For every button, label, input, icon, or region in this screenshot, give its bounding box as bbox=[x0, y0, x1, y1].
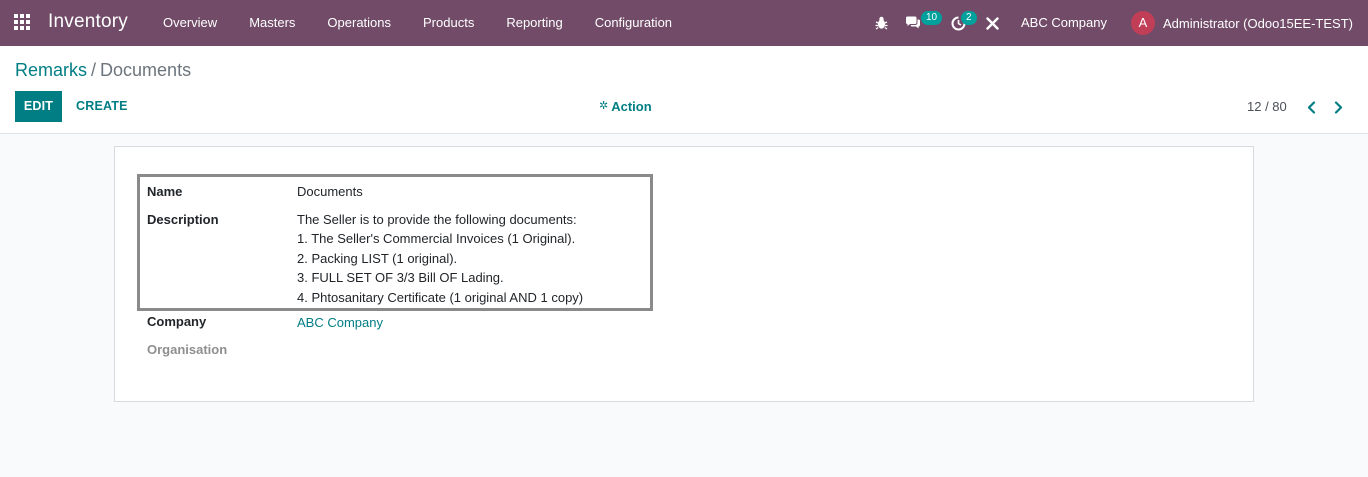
organisation-label: Organisation bbox=[147, 342, 228, 357]
messaging-icon[interactable]: 10 bbox=[895, 0, 943, 46]
description-line: 3. FULL SET OF 3/3 Bill OF Lading. bbox=[297, 270, 504, 285]
description-line: 1. The Seller's Commercial Invoices (1 O… bbox=[297, 231, 576, 246]
name-label: Name bbox=[147, 184, 183, 199]
breadcrumb: Remarks / Documents bbox=[15, 60, 191, 81]
description-line: 4. Phtosanitary Certificate (1 original … bbox=[297, 290, 584, 305]
menu-masters[interactable]: Masters bbox=[233, 0, 311, 46]
company-link[interactable]: ABC Company bbox=[297, 315, 383, 330]
main-menu: Overview Masters Operations Products Rep… bbox=[147, 0, 688, 46]
control-panel: Remarks / Documents EDIT CREATE ✲ Action 1… bbox=[0, 46, 1368, 134]
description-line: The Seller is to provide the following d… bbox=[297, 212, 577, 227]
menu-products[interactable]: Products bbox=[407, 0, 490, 46]
menu-operations[interactable]: Operations bbox=[311, 0, 407, 46]
messages-badge: 10 bbox=[921, 11, 943, 25]
action-menu-button[interactable]: ✲ Action bbox=[599, 91, 652, 122]
company-label: Company bbox=[147, 314, 207, 329]
breadcrumb-remarks-link[interactable]: Remarks bbox=[15, 60, 87, 80]
breadcrumb-current: Documents bbox=[100, 60, 192, 80]
menu-configuration[interactable]: Configuration bbox=[579, 0, 688, 46]
form-sheet: Name Documents Description The Seller is… bbox=[114, 146, 1254, 402]
pager-next-icon[interactable] bbox=[1329, 98, 1347, 116]
systray: 10 2 ABC Company A Administrator (Odoo15… bbox=[867, 0, 1368, 46]
action-label: Action bbox=[611, 99, 652, 114]
tools-cross-icon[interactable] bbox=[979, 0, 1005, 46]
company-switcher[interactable]: ABC Company bbox=[1005, 0, 1123, 46]
user-name: Administrator (Odoo15EE-TEST) bbox=[1162, 15, 1353, 31]
app-name[interactable]: Inventory bbox=[48, 11, 128, 33]
description-label: Description bbox=[147, 212, 219, 227]
activity-clock-icon[interactable]: 2 bbox=[943, 0, 979, 46]
gear-icon: ✲ bbox=[599, 100, 609, 112]
create-button[interactable]: CREATE bbox=[76, 91, 128, 122]
name-value: Documents bbox=[297, 184, 363, 199]
pager-previous-icon[interactable] bbox=[1302, 98, 1320, 116]
pager-value[interactable]: 12 / 80 bbox=[1247, 91, 1287, 122]
description-line: 2. Packing LIST (1 original). bbox=[297, 251, 458, 266]
debug-bug-icon[interactable] bbox=[867, 0, 895, 46]
avatar: A bbox=[1130, 11, 1155, 35]
activities-badge: 2 bbox=[961, 11, 977, 25]
top-navbar: Inventory Overview Masters Operations Pr… bbox=[0, 0, 1368, 46]
user-menu[interactable]: A Administrator (Odoo15EE-TEST) bbox=[1123, 0, 1368, 46]
edit-button[interactable]: EDIT bbox=[15, 91, 62, 122]
menu-reporting[interactable]: Reporting bbox=[490, 0, 578, 46]
apps-menu-icon[interactable] bbox=[14, 14, 32, 32]
menu-overview[interactable]: Overview bbox=[147, 0, 233, 46]
breadcrumb-separator: / bbox=[91, 60, 97, 80]
